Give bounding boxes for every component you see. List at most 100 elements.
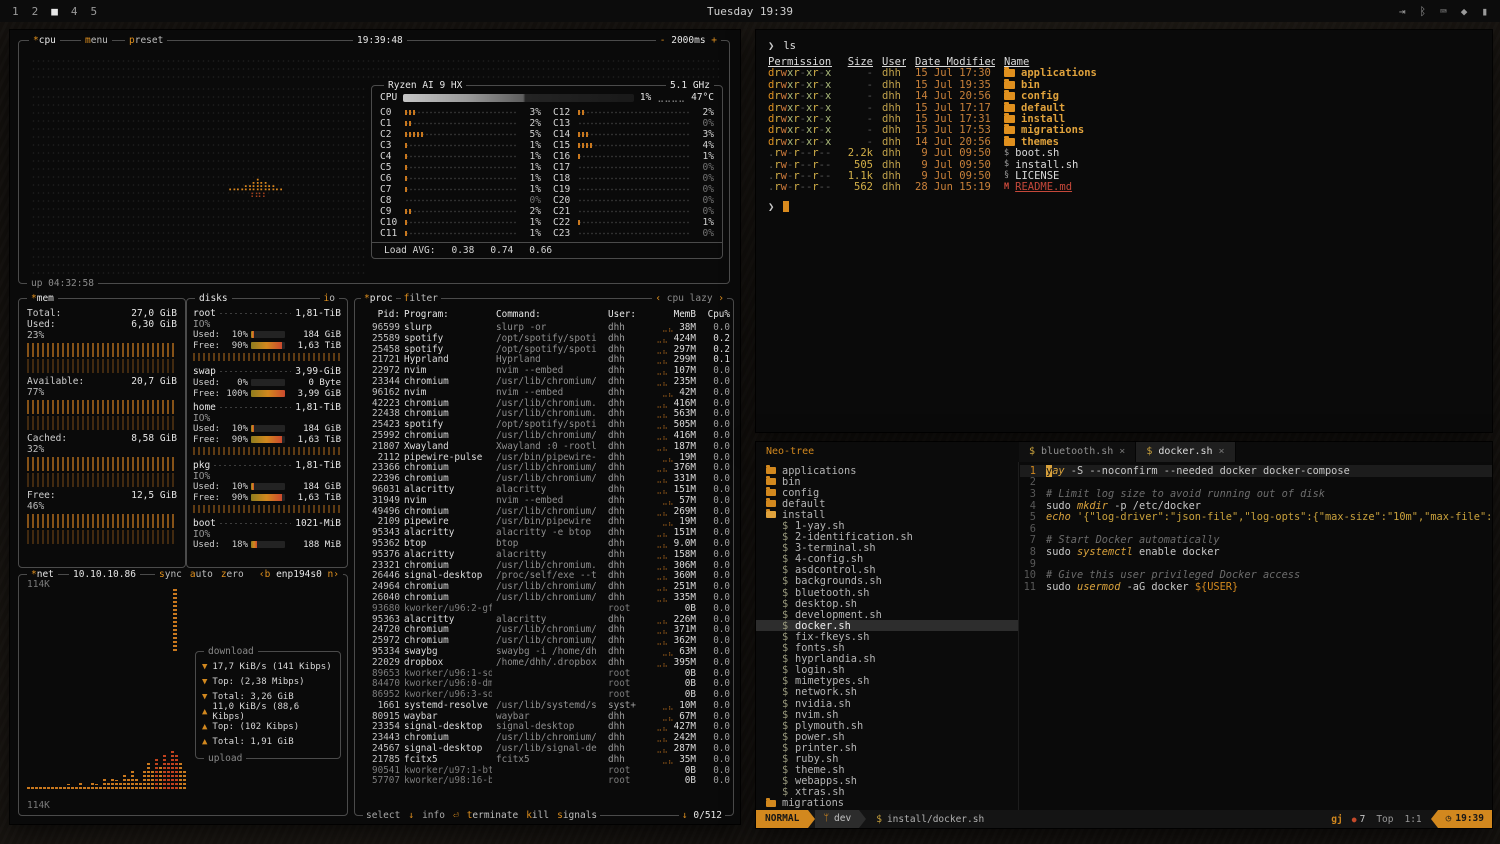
logout-icon[interactable]: ⇥: [1399, 5, 1406, 18]
proc-hint-kill[interactable]: kill: [526, 809, 549, 822]
process-row[interactable]: 24720chromium/usr/lib/chromium/dhh⣀⣄ 371…: [358, 624, 730, 635]
process-row[interactable]: 31949nvimnvim --embeddhh⣀⣄ 57M0.0: [358, 495, 730, 506]
proc-column-User[interactable]: User:: [608, 309, 642, 320]
menu-button[interactable]: menu: [81, 34, 112, 47]
bluetooth-icon[interactable]: ᛒ: [1420, 5, 1427, 18]
code-line[interactable]: 11sudo usermod -aG docker ${USER}: [1020, 581, 1492, 593]
process-row[interactable]: 2112pipewire-pulse/usr/bin/pipewire-dhh⣀…: [358, 452, 730, 463]
process-row[interactable]: 22972nvimnvim --embeddhh⣀⣄ 107M0.0: [358, 365, 730, 376]
tree-item-config[interactable]: config: [756, 487, 1018, 498]
process-row[interactable]: 22396chromium/usr/lib/chromium/dhh⣀⣄ 331…: [358, 473, 730, 484]
proc-sort-next-button[interactable]: ›: [713, 293, 724, 304]
tree-item-3-terminal-sh[interactable]: $3-terminal.sh: [756, 543, 1018, 554]
tree-item-hyprlandia-sh[interactable]: $hyprlandia.sh: [756, 654, 1018, 665]
tree-item-fix-fkeys-sh[interactable]: $fix-fkeys.sh: [756, 631, 1018, 642]
proc-sort-prev-button[interactable]: ‹: [655, 293, 666, 304]
process-row[interactable]: 21721HyprlandHyprlanddhh⣀⣄ 299M0.1: [358, 354, 730, 365]
process-row[interactable]: 95343alacrittyalacritty -e btopdhh⣀⣄ 151…: [358, 527, 730, 538]
process-row[interactable]: 23443chromium/usr/lib/chromium/dhh⣀⣄ 242…: [358, 732, 730, 743]
proc-column-Pid[interactable]: Pid:: [358, 309, 400, 320]
tree-item-desktop-sh[interactable]: $desktop.sh: [756, 598, 1018, 609]
process-row[interactable]: 25992chromium/usr/lib/chromium/dhh⣀⣄ 416…: [358, 430, 730, 441]
tree-item-default[interactable]: default: [756, 498, 1018, 509]
process-row[interactable]: 95363alacrittyalacrittydhh⣀⣄ 226M0.0: [358, 614, 730, 625]
process-row[interactable]: 1661systemd-resolve/usr/lib/systemd/ssys…: [358, 700, 730, 711]
process-row[interactable]: 96599slurpslurp -ordhh⣀⣄ 38M0.0: [358, 322, 730, 333]
process-row[interactable]: 26446signal-desktop/proc/self/exe --tdhh…: [358, 570, 730, 581]
battery-icon[interactable]: ▮: [1481, 5, 1488, 18]
code-line[interactable]: 9: [1020, 558, 1492, 570]
process-row[interactable]: 24964chromium/usr/lib/chromium/dhh⣀⣄ 251…: [358, 581, 730, 592]
process-row[interactable]: 86952kworker/u96:3-sdroot0B0.0: [358, 689, 730, 700]
code-line[interactable]: 6: [1020, 523, 1492, 535]
process-row[interactable]: 95376alacrittyalacrittydhh⣀⣄ 158M0.0: [358, 549, 730, 560]
tab-close-icon[interactable]: ×: [1119, 442, 1125, 462]
proc-hint-[interactable]: ⏎: [453, 809, 459, 822]
network-icon[interactable]: ◆: [1461, 5, 1468, 18]
code-line[interactable]: 1yay -S --noconfirm --needed docker dock…: [1020, 465, 1492, 477]
tree-item-2-identification-sh[interactable]: $2-identification.sh: [756, 532, 1018, 543]
process-row[interactable]: 95362btopbtopdhh⣀⣄ 9.0M0.0: [358, 538, 730, 549]
code-line[interactable]: 3# Limit log size to avoid running out o…: [1020, 488, 1492, 500]
process-row[interactable]: 21785fcitx5fcitx5dhh⣀⣄ 35M0.0: [358, 754, 730, 765]
terminal-prompt[interactable]: ❯: [768, 201, 1480, 213]
proc-column-Command[interactable]: Command:: [496, 309, 604, 320]
process-row[interactable]: 2109pipewire/usr/bin/pipewiredhh⣀⣄ 19M0.…: [358, 516, 730, 527]
code-line[interactable]: 8sudo systemctl enable docker: [1020, 546, 1492, 558]
process-row[interactable]: 23366chromium/usr/lib/chromium/dhh⣀⣄ 376…: [358, 462, 730, 473]
net-zero-button[interactable]: zero: [221, 568, 244, 581]
process-row[interactable]: 57707kworker/u98:16-broot0B0.0: [358, 775, 730, 786]
tree-item-docker-sh[interactable]: $docker.sh: [756, 620, 1018, 631]
process-row[interactable]: 25972chromium/usr/lib/chromium/dhh⣀⣄ 362…: [358, 635, 730, 646]
tree-item-asdcontrol-sh[interactable]: $asdcontrol.sh: [756, 565, 1018, 576]
code-line[interactable]: 4sudo mkdir -p /etc/docker: [1020, 500, 1492, 512]
tree-item-mimetypes-sh[interactable]: $mimetypes.sh: [756, 676, 1018, 687]
process-row[interactable]: 23344chromium/usr/lib/chromium/dhh⣀⣄ 235…: [358, 376, 730, 387]
proc-column-Cpu[interactable]: Cpu%: [700, 309, 730, 320]
tree-item-login-sh[interactable]: $login.sh: [756, 665, 1018, 676]
tree-item-webapps-sh[interactable]: $webapps.sh: [756, 776, 1018, 787]
process-row[interactable]: 93680kworker/u96:2-gfroot0B0.0: [358, 603, 730, 614]
process-row[interactable]: 89653kworker/u96:1-sdroot0B0.0: [358, 668, 730, 679]
workspace-3[interactable]: ■: [51, 5, 58, 18]
tree-item-1-yay-sh[interactable]: $1-yay.sh: [756, 520, 1018, 531]
preset-button[interactable]: preset: [125, 34, 167, 47]
code-line[interactable]: 2: [1020, 477, 1492, 489]
proc-column-Program[interactable]: Program:: [404, 309, 492, 320]
code-line[interactable]: 10# Give this user privileged Docker acc…: [1020, 569, 1492, 581]
tree-item-bluetooth-sh[interactable]: $bluetooth.sh: [756, 587, 1018, 598]
tree-item-backgrounds-sh[interactable]: $backgrounds.sh: [756, 576, 1018, 587]
tree-item-install[interactable]: install: [756, 509, 1018, 520]
scroll-down-icon[interactable]: ↓: [682, 810, 688, 821]
keyboard-icon[interactable]: ⌨: [1440, 5, 1447, 18]
workspace-2[interactable]: 2: [32, 5, 39, 18]
code-line[interactable]: 7# Start Docker automatically: [1020, 535, 1492, 547]
disks-io-toggle[interactable]: io: [320, 292, 339, 305]
process-row[interactable]: 80915waybarwaybardhh⣀⣄ 67M0.0: [358, 711, 730, 722]
code-line[interactable]: 5echo '{"log-driver":"json-file","log-op…: [1020, 511, 1492, 523]
tree-item-network-sh[interactable]: $network.sh: [756, 687, 1018, 698]
interval-decrease-button[interactable]: -: [660, 35, 671, 46]
process-row[interactable]: 24567signal-desktop/usr/lib/signal-dedhh…: [358, 743, 730, 754]
tree-item-4-config-sh[interactable]: $4-config.sh: [756, 554, 1018, 565]
workspace-1[interactable]: 1: [12, 5, 19, 18]
proc-hint-select[interactable]: select: [366, 809, 400, 822]
proc-hint-info[interactable]: info: [422, 809, 445, 822]
proc-hint-terminate[interactable]: terminate: [467, 809, 519, 822]
interval-increase-button[interactable]: +: [706, 35, 717, 46]
tree-item-nvim-sh[interactable]: $nvim.sh: [756, 709, 1018, 720]
tree-item-xtras-sh[interactable]: $xtras.sh: [756, 787, 1018, 798]
process-row[interactable]: 84470kworker/u96:0-dmroot0B0.0: [358, 678, 730, 689]
process-row[interactable]: 95334swaybgswaybg -i /home/dhdhh⣀⣄ 63M0.…: [358, 646, 730, 657]
process-row[interactable]: 49496chromium/usr/lib/chromium/dhh⣀⣄ 269…: [358, 506, 730, 517]
workspace-5[interactable]: 5: [91, 5, 98, 18]
process-row[interactable]: 96031alacrittyalacrittydhh⣀⣄ 151M0.0: [358, 484, 730, 495]
tree-item-bin[interactable]: bin: [756, 476, 1018, 487]
proc-hint-signals[interactable]: signals: [557, 809, 597, 822]
net-auto-button[interactable]: auto: [190, 568, 213, 581]
process-row[interactable]: 96162nvimnvim --embeddhh⣀⣄ 42M0.0: [358, 387, 730, 398]
proc-hint-[interactable]: ↓: [408, 809, 414, 822]
tree-item-fonts-sh[interactable]: $fonts.sh: [756, 643, 1018, 654]
process-row[interactable]: 90541kworker/u97:1-btroot0B0.0: [358, 765, 730, 776]
process-row[interactable]: 25589spotify/opt/spotify/spotidhh⣀⣄ 424M…: [358, 333, 730, 344]
